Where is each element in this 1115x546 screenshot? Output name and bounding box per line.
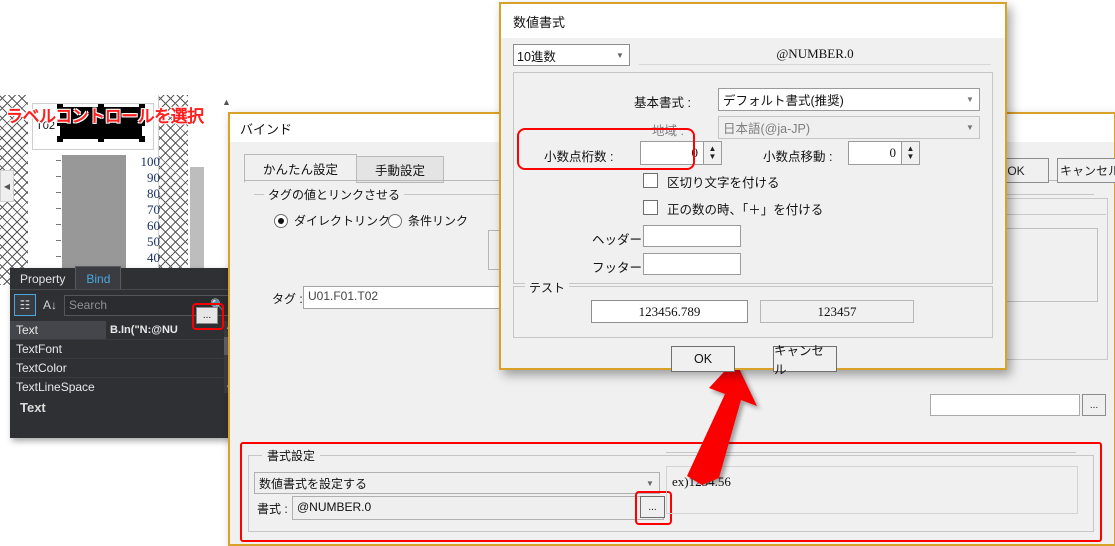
property-grid[interactable]: Text B.In("N:@NU TextFont TextColor Text… (10, 321, 234, 393)
search-placeholder: Search (69, 298, 108, 312)
sort-alpha-icon[interactable]: A↓ (40, 295, 60, 315)
number-format-dialog[interactable]: 数値書式 10進数 ▼ @NUMBER.0 基本書式 : デフォルト書式(推奨)… (499, 2, 1007, 377)
property-name: TextLineSpace (16, 380, 95, 393)
table-row[interactable]: TextLineSpace (10, 378, 234, 393)
checkbox-plus-sign[interactable] (643, 200, 658, 215)
checkbox-plus-sign-label: 正の数の時、「＋」を付ける (667, 203, 824, 217)
number-format-body: 10進数 ▼ @NUMBER.0 基本書式 : デフォルト書式(推奨) ▼ 地域… (501, 38, 1005, 377)
decimal-shift-input[interactable]: 0 (848, 141, 902, 165)
number-format-title: 数値書式 (513, 14, 566, 30)
locale-value: 日本語(@ja-JP) (723, 122, 810, 136)
property-description: Text (20, 400, 46, 415)
format-preview: @NUMBER.0 (639, 44, 991, 65)
y-tick: 50 (147, 234, 160, 249)
bind-dialog-tabs[interactable]: かんたん設定 手動設定 (244, 154, 445, 183)
spinner-down-icon[interactable]: ▼ (709, 153, 717, 161)
tag-field-label: タグ : (272, 292, 303, 306)
y-tick: 80 (147, 186, 160, 201)
test-group-caption: テスト (525, 279, 570, 296)
property-name: TextColor (16, 361, 67, 375)
radio-conditional-link-label: 条件リンク (408, 214, 469, 228)
locale-select: 日本語(@ja-JP) ▼ (718, 116, 980, 139)
highlight-ring-decimal-digits (517, 128, 695, 170)
bind-right-field-row: ... (930, 394, 1108, 416)
chevron-down-icon: ▼ (966, 123, 974, 132)
annotation-label-control: ラベルコントロールを選択 (6, 107, 204, 126)
panel-collapse-handle[interactable]: ◀ (0, 170, 14, 202)
radix-value: 10進数 (517, 49, 556, 64)
y-tick: 40 (147, 250, 160, 265)
property-name: Text (10, 321, 106, 339)
radio-conditional-link[interactable] (388, 214, 402, 228)
categorize-icon[interactable]: ☷ (14, 294, 36, 316)
bind-right-input[interactable] (930, 394, 1080, 416)
property-bind-panel[interactable]: Property Bind ☷ A↓ Search 🔍 Text B.In("N… (10, 266, 234, 438)
highlight-box-format-settings (240, 442, 1102, 542)
test-input[interactable]: 123456.789 (591, 300, 748, 323)
bind-cancel-button[interactable]: キャンセル (1057, 158, 1115, 183)
resize-handle-sw[interactable] (57, 136, 63, 142)
basic-format-label: 基本書式 : (634, 96, 691, 110)
y-tick: 60 (147, 218, 160, 233)
property-value[interactable] (106, 378, 234, 393)
radix-select[interactable]: 10進数 ▼ (513, 44, 630, 66)
property-panel-tabs[interactable]: Property Bind (10, 266, 234, 290)
header-input[interactable] (643, 225, 741, 247)
bind-right-browse-button[interactable]: ... (1082, 394, 1106, 416)
radio-direct-link[interactable] (274, 214, 288, 228)
bind-right-panel-inner (1000, 228, 1098, 302)
property-value[interactable] (106, 359, 234, 377)
number-format-cancel-button[interactable]: キャンセル (773, 344, 837, 377)
table-row[interactable]: TextColor (10, 359, 234, 378)
basic-format-value: デフォルト書式(推奨) (723, 94, 844, 108)
number-format-titlebar: 数値書式 (501, 4, 1005, 38)
header-field-label: ヘッダー : (592, 233, 649, 247)
resize-handle-s[interactable] (98, 136, 104, 142)
spinner-down-icon[interactable]: ▼ (907, 153, 915, 161)
test-output: 123457 (760, 300, 914, 323)
tag-link-group-caption: タグの値とリンクさせる (264, 186, 405, 203)
property-name: TextFont (16, 342, 63, 356)
scroll-up-icon[interactable]: ▲ (222, 97, 231, 107)
tab-easy-setting[interactable]: かんたん設定 (244, 154, 358, 183)
checkbox-thousand-separator-label: 区切り文字を付ける (667, 176, 780, 190)
decimal-shift-value: 0 (889, 145, 897, 160)
tab-property[interactable]: Property (10, 267, 75, 289)
table-row[interactable]: TextFont (10, 340, 234, 359)
y-tick: 70 (147, 202, 160, 217)
radio-direct-link-label: ダイレクトリンク (294, 214, 391, 228)
decimal-shift-spinner[interactable]: ▲ ▼ (901, 141, 920, 165)
checkbox-thousand-separator[interactable] (643, 173, 658, 188)
decimal-shift-label: 小数点移動 : (763, 150, 833, 164)
chevron-down-icon[interactable]: ▼ (611, 51, 629, 60)
y-tick: 90 (147, 170, 160, 185)
decimal-digits-spinner[interactable]: ▲ ▼ (703, 141, 722, 165)
basic-format-select[interactable]: デフォルト書式(推奨) ▼ (718, 88, 980, 111)
tab-manual-setting[interactable]: 手動設定 (356, 156, 445, 183)
highlight-ring-property-ellipsis (192, 303, 224, 330)
tab-bind[interactable]: Bind (75, 266, 122, 289)
property-value[interactable] (106, 340, 234, 358)
number-format-ok-button[interactable]: OK (671, 346, 735, 372)
y-tick: 100 (140, 154, 161, 169)
footer-input[interactable] (643, 253, 741, 275)
footer-field-label: フッター : (592, 261, 649, 275)
chevron-down-icon[interactable]: ▼ (961, 95, 979, 104)
bind-dialog-title: バインド (240, 121, 293, 137)
bind-right-panel-divider (990, 214, 1106, 215)
resize-handle-se[interactable] (139, 136, 145, 142)
test-group (513, 286, 993, 338)
